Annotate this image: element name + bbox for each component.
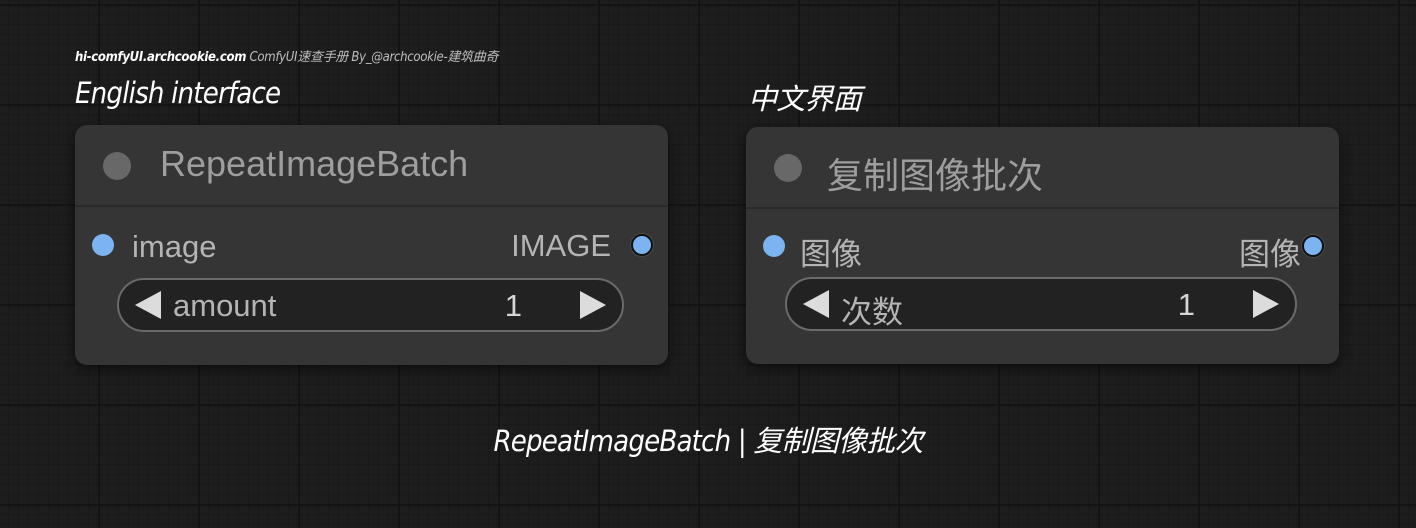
amount-stepper[interactable]: amount 1 <box>117 278 624 332</box>
credit-site: hi-comfyUI.archcookie.com <box>75 50 247 65</box>
node-status-dot-icon[interactable] <box>103 152 131 180</box>
node-status-dot-icon[interactable] <box>774 154 802 182</box>
decrement-arrow-icon[interactable] <box>135 291 161 319</box>
output-label-image: 图像 <box>1239 237 1301 272</box>
increment-arrow-icon[interactable] <box>580 291 606 319</box>
count-value: 1 <box>1177 287 1195 322</box>
input-slot-image-icon[interactable] <box>92 234 114 256</box>
heading-english: English interface <box>75 76 281 110</box>
node-english[interactable]: RepeatImageBatch image IMAGE amount 1 <box>75 125 668 365</box>
amount-value: 1 <box>504 288 522 323</box>
node-header[interactable]: 复制图像批次 <box>746 127 1339 209</box>
output-label-image: IMAGE <box>511 228 611 263</box>
input-label-image: 图像 <box>800 237 862 272</box>
count-label: 次数 <box>841 295 903 330</box>
node-title: 复制图像批次 <box>827 155 1044 196</box>
input-label-image: image <box>132 229 217 264</box>
heading-chinese: 中文界面 <box>748 82 862 116</box>
node-header[interactable]: RepeatImageBatch <box>75 125 668 207</box>
caption: RepeatImageBatch | 复制图像批次 <box>493 424 923 458</box>
output-slot-image-icon[interactable] <box>631 234 653 256</box>
increment-arrow-icon[interactable] <box>1253 290 1279 318</box>
credit-line: hi-comfyUI.archcookie.com ComfyUI速查手册 By… <box>75 46 498 65</box>
output-slot-image-icon[interactable] <box>1302 235 1324 257</box>
input-slot-image-icon[interactable] <box>763 235 785 257</box>
decrement-arrow-icon[interactable] <box>803 290 829 318</box>
credit-text: ComfyUI速查手册 By_@archcookie-建筑曲奇 <box>249 50 499 65</box>
node-title: RepeatImageBatch <box>160 143 469 184</box>
node-chinese[interactable]: 复制图像批次 图像 图像 次数 1 <box>746 127 1339 364</box>
count-stepper[interactable]: 次数 1 <box>785 277 1297 331</box>
amount-label: amount <box>173 288 277 323</box>
